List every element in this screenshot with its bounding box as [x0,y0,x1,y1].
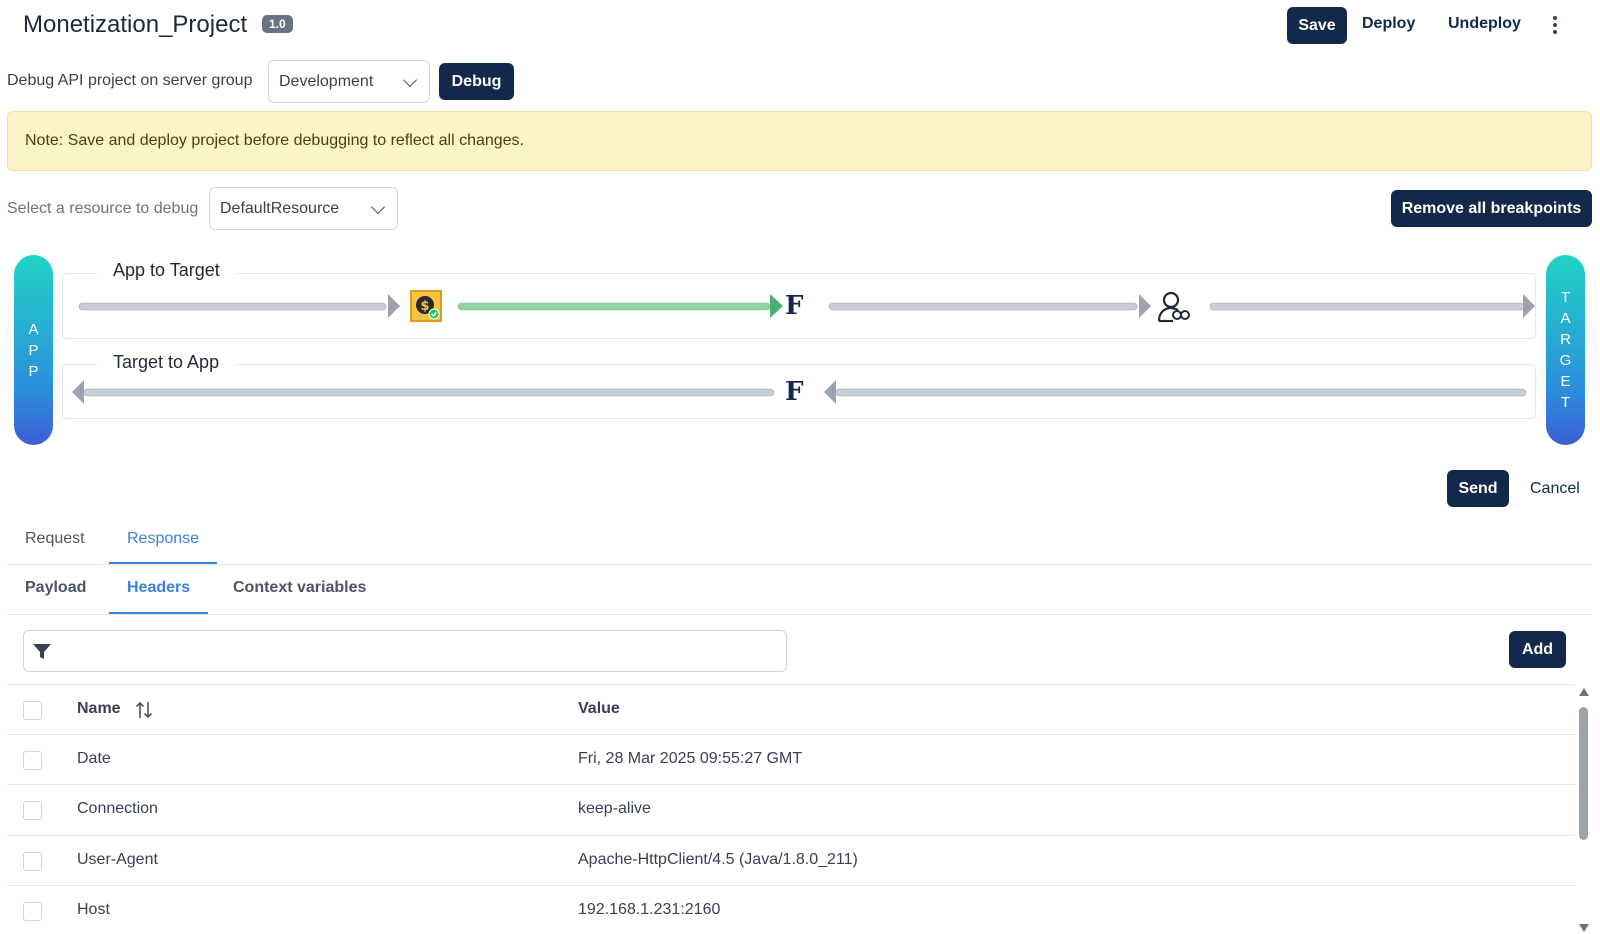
flow-arrow-segment-2-active [457,294,783,318]
tab-context-variables[interactable]: Context variables [215,573,384,614]
function-policy-icon[interactable]: F [785,378,811,406]
headers-table: Name Value Date Fri, 28 Mar 2025 09:55:2… [7,684,1575,934]
select-all-checkbox[interactable] [23,701,42,720]
send-button[interactable]: Send [1447,470,1509,507]
table-row: Connection keep-alive [7,785,1575,836]
header-name: Connection [77,800,158,817]
main-tabs: Request Response [7,524,1592,565]
table-scrollbar[interactable] [1577,688,1591,934]
cancel-button[interactable]: Cancel [1530,480,1580,498]
tab-headers[interactable]: Headers [109,573,209,614]
flow-arrow-segment-3 [828,294,1151,318]
header-value: 192.168.1.231:2160 [578,901,721,918]
user-credentials-icon[interactable] [1157,290,1191,324]
function-policy-icon[interactable]: F [785,292,811,320]
tab-response[interactable]: Response [109,524,218,564]
header-value: Fri, 28 Mar 2025 09:55:27 GMT [578,749,803,767]
scrollbar-thumb[interactable] [1579,707,1588,840]
row-checkbox[interactable] [23,851,42,871]
scroll-down-icon[interactable] [1579,924,1589,932]
header-name: Host [77,901,110,918]
table-row: User-Agent Apache-HttpClient/4.5 (Java/1… [7,836,1575,886]
flow-arrow-segment-4 [1209,294,1535,318]
dollar-glyph: $ [420,299,429,314]
flow-return-arrow-segment-2 [824,380,1527,404]
header-name: Date [77,749,111,767]
row-checkbox[interactable] [23,750,42,770]
scroll-up-icon[interactable] [1579,688,1589,696]
sort-icon[interactable] [135,700,153,720]
filter-field [23,630,787,672]
monetization-policy-icon[interactable]: $ [410,290,442,322]
header-value: Apache-HttpClient/4.5 (Java/1.8.0_211) [578,850,858,868]
tab-payload[interactable]: Payload [7,573,104,614]
table-row: Host 192.168.1.231:2160 [7,886,1575,934]
response-sub-tabs: Payload Headers Context variables [7,573,1592,615]
row-checkbox[interactable] [23,801,42,820]
row-checkbox[interactable] [23,902,42,921]
header-value: keep-alive [578,800,651,817]
table-header-row: Name Value [7,684,1575,735]
table-row: Date Fri, 28 Mar 2025 09:55:27 GMT [7,735,1575,785]
flow-arrow-segment-1 [78,294,400,318]
column-header-value: Value [578,700,620,717]
tab-request[interactable]: Request [7,524,103,564]
header-name: User-Agent [77,850,158,868]
filter-icon [33,644,51,659]
filter-input[interactable] [62,631,777,671]
flow-return-arrow-segment-1 [72,380,775,404]
column-header-name: Name [77,700,121,717]
add-header-button[interactable]: Add [1509,631,1566,668]
